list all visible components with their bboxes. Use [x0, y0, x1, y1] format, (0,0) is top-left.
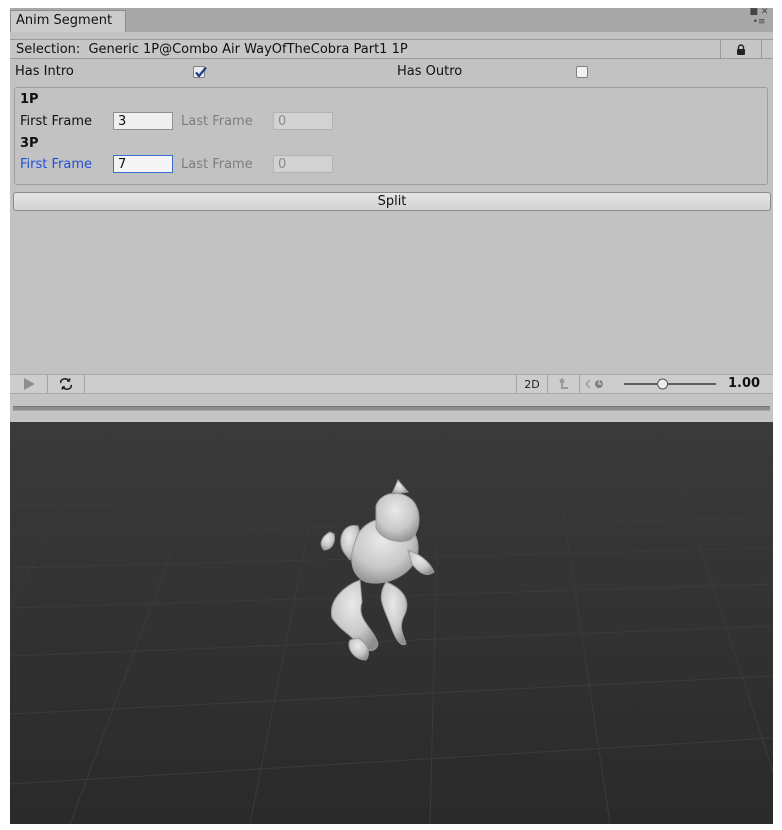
loop-toggle[interactable]: [47, 375, 85, 393]
last-frame-input-1p[interactable]: 0: [273, 112, 333, 130]
selection-row: Selection: Generic 1P@Combo Air WayOfThe…: [10, 39, 773, 59]
window-options-icon[interactable]: •≡: [753, 17, 766, 27]
audio-preview-toggle[interactable]: [579, 375, 615, 393]
last-frame-label-3p: Last Frame: [181, 157, 253, 172]
has-intro-checkbox[interactable]: [193, 66, 207, 78]
lock-button[interactable]: [720, 40, 762, 58]
last-frame-input-3p[interactable]: 0: [273, 155, 333, 173]
pivot-toggle[interactable]: [546, 375, 580, 393]
preview-scene: [10, 422, 773, 824]
has-outro-checkbox[interactable]: [576, 66, 588, 78]
preview-viewport[interactable]: [10, 422, 773, 824]
first-frame-input-1p[interactable]: 3: [113, 112, 173, 130]
window-menu-buttons[interactable]: ■ ✕ •≡: [749, 8, 769, 31]
group-header-1p: 1P: [20, 92, 39, 107]
lock-icon: [737, 43, 745, 55]
frames-group-box: 1P First Frame 3 Last Frame 0 3P First F…: [14, 87, 768, 185]
tab-bar: Anim Segment ■ ✕ •≡: [10, 8, 773, 32]
selection-value: Generic 1P@Combo Air WayOfTheCobra Part1…: [88, 42, 408, 57]
speed-slider-thumb[interactable]: [657, 378, 669, 390]
first-frame-input-3p[interactable]: 7: [113, 155, 173, 173]
checkmark-icon: [195, 66, 207, 78]
maximize-close-icon[interactable]: ■ ✕: [750, 8, 769, 17]
first-frame-label-1p: First Frame: [20, 114, 92, 129]
timeline: [10, 394, 773, 422]
loop-icon: [59, 378, 72, 390]
has-outro-label: Has Outro: [397, 64, 463, 79]
speed-slider[interactable]: [620, 375, 720, 393]
selection-label: Selection:: [16, 42, 81, 57]
has-intro-label: Has Intro: [15, 64, 74, 79]
selection-text: Selection: Generic 1P@Combo Air WayOfThe…: [16, 42, 408, 57]
play-button[interactable]: [10, 375, 48, 393]
group-header-3p: 3P: [20, 136, 39, 151]
anim-segment-window: Anim Segment ■ ✕ •≡ Selection: Generic 1…: [10, 8, 773, 824]
play-icon: [23, 378, 35, 390]
last-frame-label-1p: Last Frame: [181, 114, 253, 129]
pivot-icon: [559, 378, 568, 389]
preview-toolbar: 2D 1.00: [10, 374, 773, 394]
playback-speed-icon: [585, 379, 603, 389]
timeline-scrub-bar[interactable]: [13, 406, 770, 411]
first-frame-label-3p: First Frame: [20, 157, 92, 172]
split-button[interactable]: Split: [13, 192, 771, 211]
tab-anim-segment[interactable]: Anim Segment: [10, 10, 126, 32]
toggle-2d-button[interactable]: 2D: [516, 375, 548, 393]
speed-value: 1.00: [728, 376, 761, 391]
